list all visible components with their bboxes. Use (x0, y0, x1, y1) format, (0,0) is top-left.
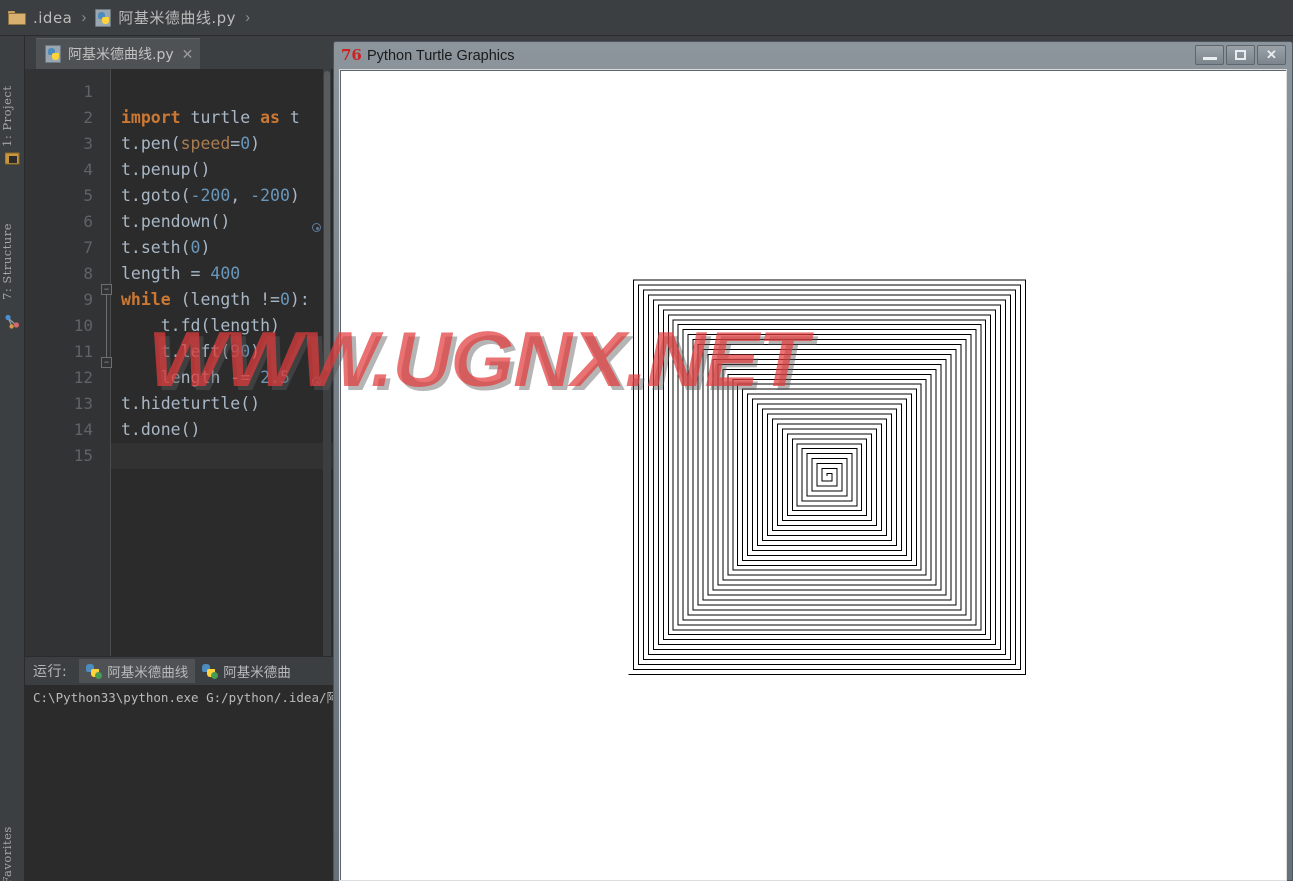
minimize-button[interactable] (1195, 45, 1224, 65)
tab-archimedes-file[interactable]: 阿基米德曲线.py ✕ (36, 38, 201, 69)
turtle-graphics-window[interactable]: 76 Python Turtle Graphics ✕ (333, 41, 1293, 881)
run-tab-label-1: 阿基米德曲 (223, 665, 291, 681)
code-line-text-5: t.goto(-200, -200) (121, 186, 300, 205)
close-icon: ✕ (1266, 47, 1277, 62)
code-line-2[interactable]: import turtle as t (111, 105, 333, 131)
run-tab-1[interactable]: 阿基米德曲 (195, 659, 298, 683)
code-line-text-7: t.seth(0) (121, 238, 211, 257)
line-number-1: 1 (83, 82, 93, 101)
line-number-5: 5 (83, 186, 93, 205)
run-tab-0[interactable]: 阿基米德曲线 (79, 659, 196, 683)
turtle-canvas[interactable] (339, 69, 1287, 881)
line-number-3: 3 (83, 134, 93, 153)
line-number-13: 13 (73, 394, 93, 413)
close-icon[interactable]: ✕ (182, 46, 194, 63)
python-run-icon (86, 663, 103, 679)
line-number-14: 14 (73, 420, 93, 439)
code-line-5[interactable]: t.goto(-200, -200) (111, 183, 333, 209)
sidebar-item-project[interactable]: 1: Project (0, 76, 25, 156)
python-run-icon (202, 663, 219, 679)
line-number-10: 10 (73, 316, 93, 335)
code-line-14[interactable]: t.done() (111, 417, 333, 443)
code-content[interactable]: import turtle as t t.pen(speed=0) t.penup(… (111, 69, 333, 656)
sidebar-item-favorites[interactable]: 2: Favorites (0, 816, 25, 881)
close-button[interactable]: ✕ (1257, 45, 1286, 65)
minimize-icon (1202, 57, 1217, 60)
code-line-text-14: t.done() (121, 420, 201, 439)
spiral-path (628, 279, 1026, 675)
code-line-11[interactable]: t.left(90) (111, 339, 333, 365)
line-number-9: 9 (83, 290, 93, 309)
code-line-13[interactable]: t.hideturtle() (111, 391, 333, 417)
scrollbar-thumb[interactable] (324, 71, 330, 371)
console-output[interactable]: C:\Python33\python.exe G:/python/.idea/阿… (25, 685, 333, 881)
line-number-4: 4 (83, 160, 93, 179)
code-line-text-10: t.fd(length) (121, 316, 280, 335)
turtle-window-title: Python Turtle Graphics (367, 47, 515, 64)
left-tool-strip: 1: Project 7: Structure 2: Favorites (0, 36, 25, 881)
code-line-6[interactable]: t.pendown() (111, 209, 333, 235)
code-line-text-2: import turtle as t (121, 108, 300, 127)
breadcrumb-separator-1: › (81, 9, 87, 26)
project-icon[interactable] (4, 151, 20, 166)
code-line-text-3: t.pen(speed=0) (121, 134, 261, 153)
code-line-15[interactable] (111, 443, 333, 469)
maximize-icon (1235, 50, 1246, 60)
line-number-7: 7 (83, 238, 93, 257)
code-line-text-11: t.left(90) (121, 342, 261, 361)
code-editor[interactable]: 1 2 3 4 5 6 7 8 9 10 11 12 13 14 15 − − import turtle … (25, 69, 333, 656)
code-line-text-4: t.penup() (121, 160, 211, 179)
line-number-12: 12 (73, 368, 93, 387)
sidebar-item-structure[interactable]: 7: Structure (0, 211, 25, 311)
editor-scrollbar[interactable] (323, 69, 331, 656)
code-line-text-8: length = 400 (121, 264, 241, 283)
window-controls: ✕ (1193, 45, 1286, 65)
code-line-7[interactable]: t.seth(0) (111, 235, 333, 261)
line-number-8: 8 (83, 264, 93, 283)
code-line-1[interactable] (111, 79, 333, 105)
run-tab-label-0: 阿基米德曲线 (107, 665, 189, 681)
turtle-title-bar[interactable]: 76 Python Turtle Graphics (334, 42, 1292, 69)
maximize-button[interactable] (1226, 45, 1255, 65)
line-number-2: 2 (83, 108, 93, 127)
code-line-12[interactable]: length -= 2.5 (111, 365, 333, 391)
code-line-3[interactable]: t.pen(speed=0) (111, 131, 333, 157)
code-line-text-9: while (length !=0): (121, 290, 310, 309)
breakpoint-marker-2[interactable] (312, 377, 321, 386)
code-line-8[interactable]: length = 400 (111, 261, 333, 287)
breadcrumb-label-idea: .idea (33, 8, 73, 27)
run-panel-header: 运行: 阿基米德曲线 阿基米德曲 (25, 657, 333, 685)
run-tool-window: 运行: 阿基米德曲线 阿基米德曲 C:\Python33\python.exe … (25, 656, 333, 881)
run-panel-title: 运行: (33, 664, 68, 680)
python-file-icon (45, 45, 61, 63)
fold-guide-line (106, 295, 107, 357)
line-number-6: 6 (83, 212, 93, 231)
turtle-app-icon: 76 (341, 46, 362, 64)
breadcrumb-item-idea[interactable]: .idea (8, 0, 72, 36)
tab-label: 阿基米德曲线.py (68, 47, 174, 63)
square-spiral-drawing (628, 279, 1026, 675)
code-line-text-13: t.hideturtle() (121, 394, 261, 413)
breadcrumb: .idea › 阿基米德曲线.py › (0, 0, 1293, 36)
breadcrumb-label-file: 阿基米德曲线.py (118, 9, 237, 27)
line-number-11: 11 (73, 342, 93, 361)
structure-icon[interactable] (5, 314, 20, 329)
code-line-text-12: length -= 2.5 (121, 368, 290, 387)
breakpoint-marker-1[interactable] (312, 223, 321, 232)
editor-tab-bar: 阿基米德曲线.py ✕ (25, 36, 333, 69)
line-number-15: 15 (73, 446, 93, 465)
code-line-4[interactable]: t.penup() (111, 157, 333, 183)
code-line-text-6: t.pendown() (121, 212, 231, 231)
python-file-icon (95, 8, 112, 27)
folder-icon (8, 10, 26, 25)
console-line-0: C:\Python33\python.exe G:/python/.idea/阿… (33, 690, 333, 705)
ide-window: .idea › 阿基米德曲线.py › 1: Project 7: Struct… (0, 0, 1293, 881)
code-line-9[interactable]: while (length !=0): (111, 287, 333, 313)
code-line-10[interactable]: t.fd(length) (111, 313, 333, 339)
breadcrumb-item-file[interactable]: 阿基米德曲线.py (95, 0, 236, 36)
breadcrumb-separator-2: › (245, 9, 251, 26)
